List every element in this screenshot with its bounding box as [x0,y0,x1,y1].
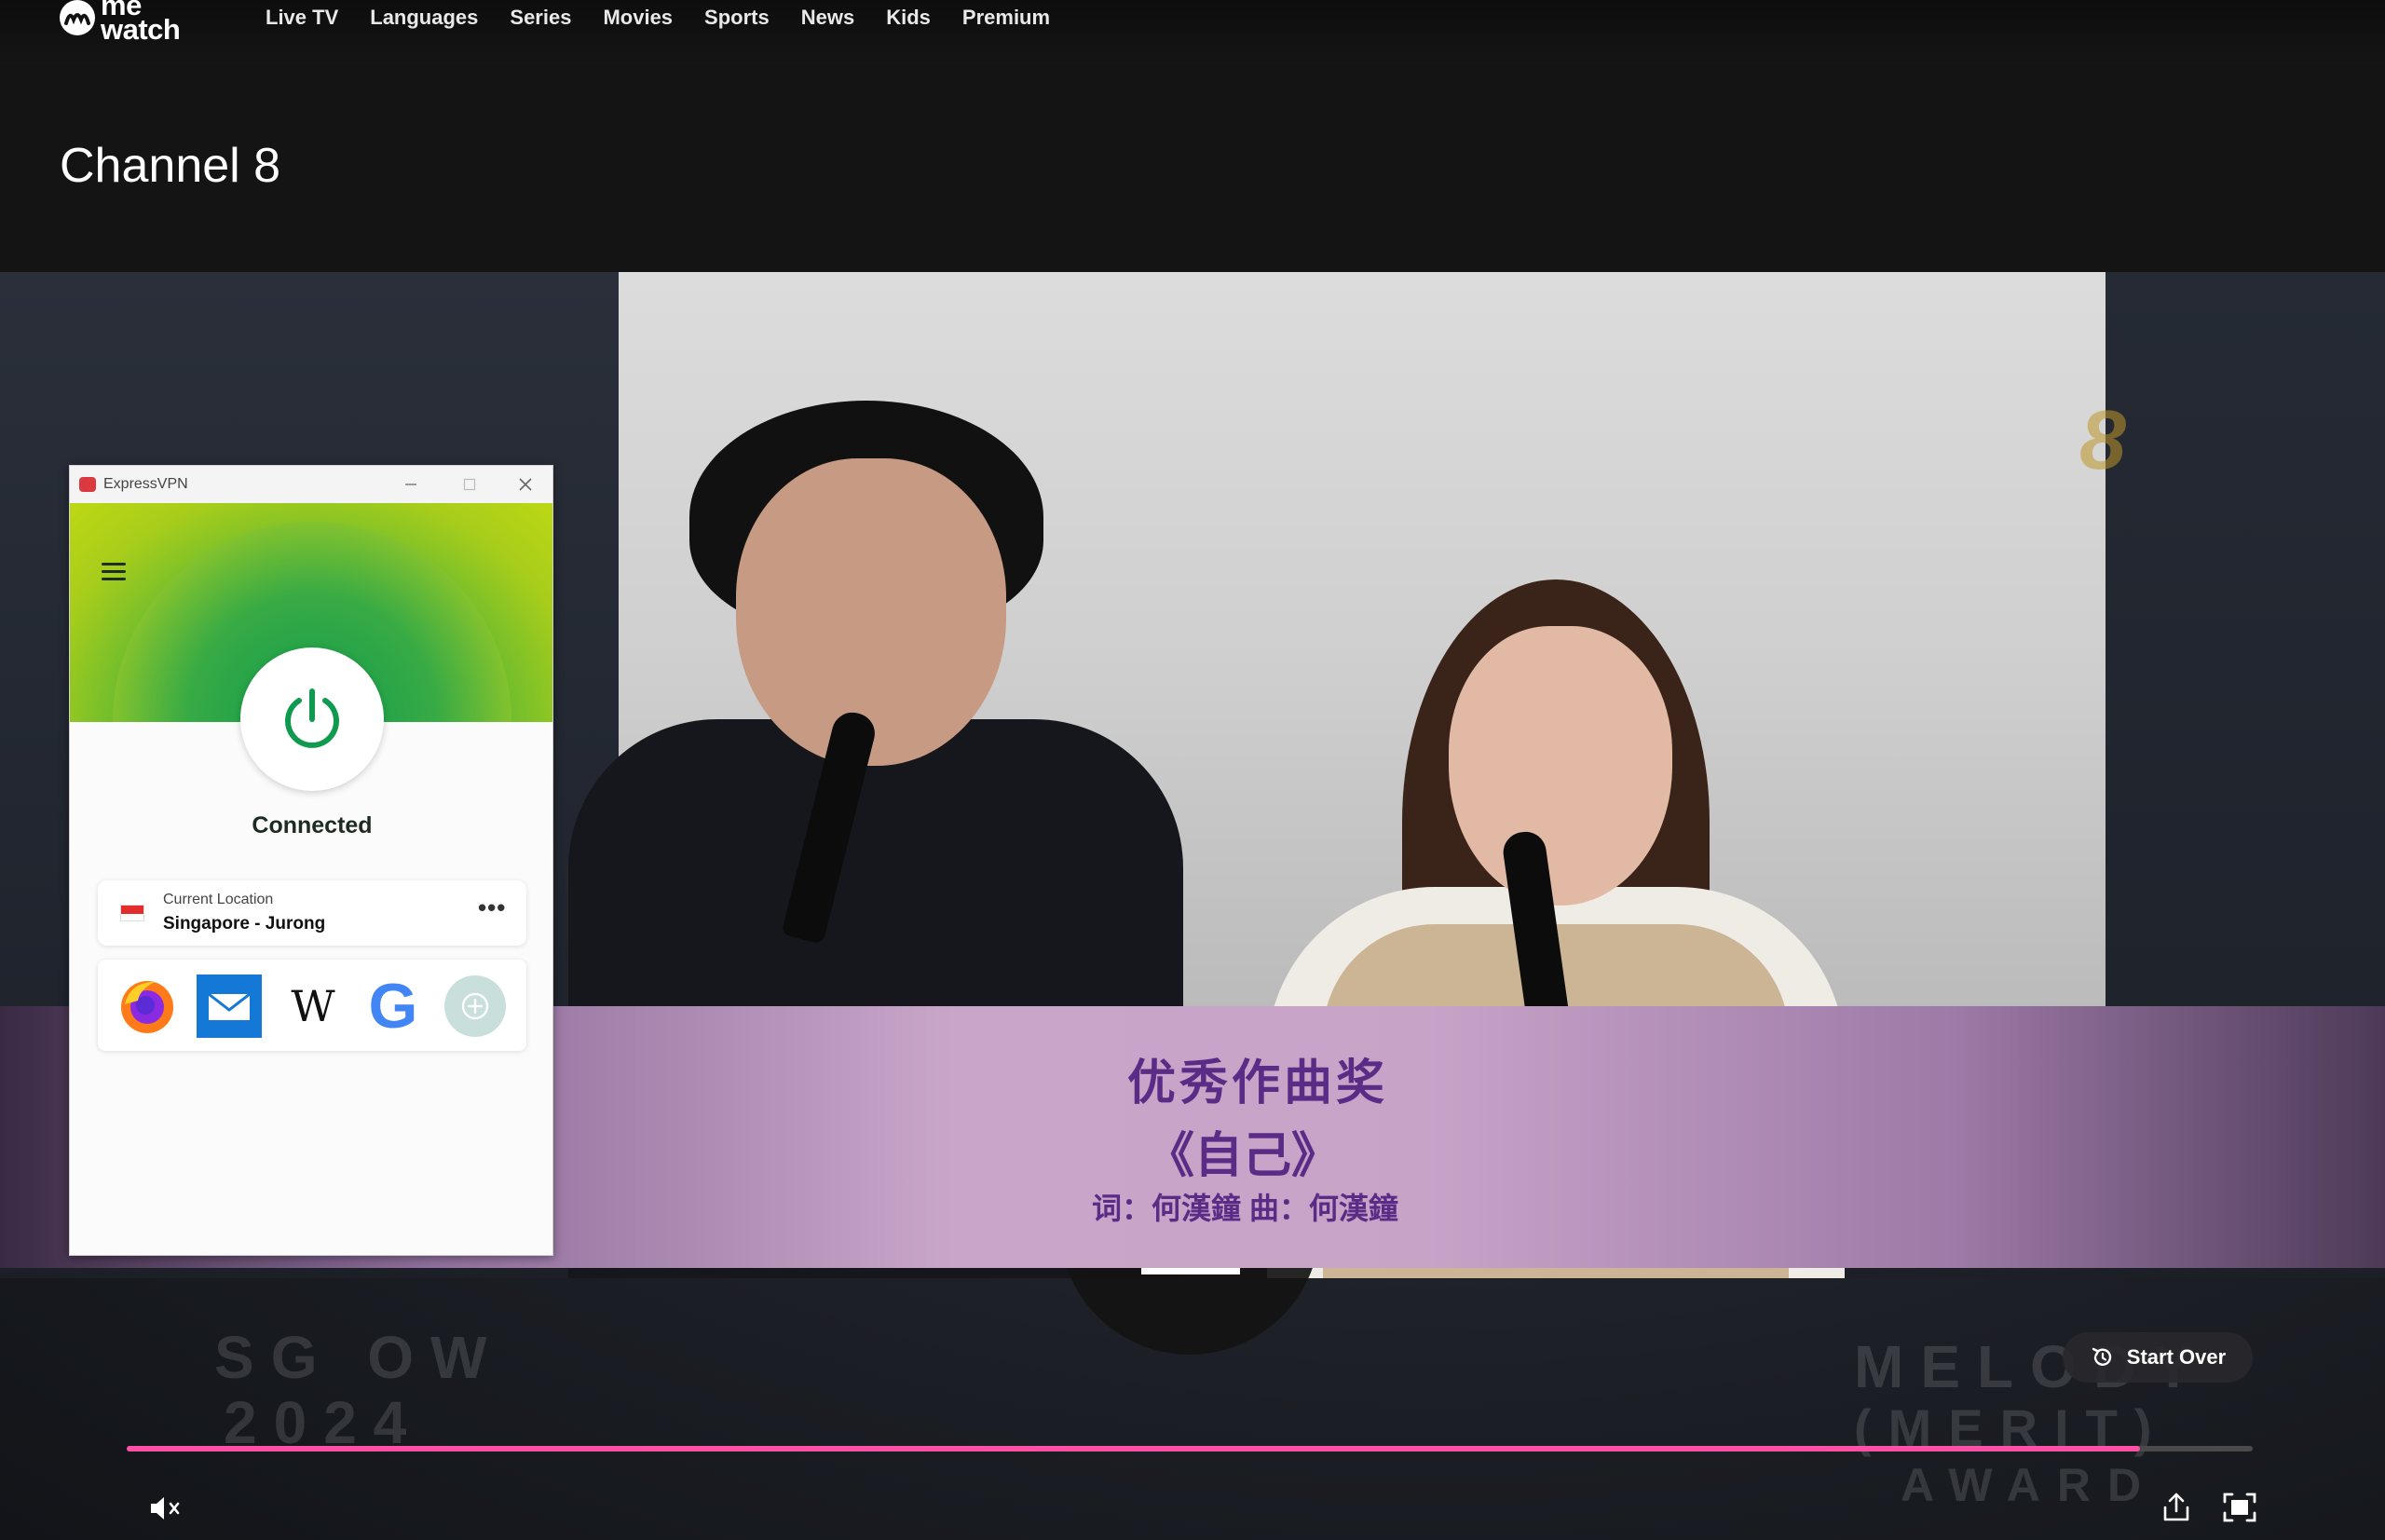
start-over-label: Start Over [2126,1345,2227,1369]
location-value: Singapore - Jurong [163,914,326,934]
maximize-button[interactable] [441,466,498,503]
wikipedia-icon[interactable]: W [280,975,346,1037]
hamburger-icon [102,563,126,566]
hamburger-icon-line [102,578,126,580]
location-label: Current Location [163,892,274,907]
expressvpn-window: ExpressVPN Connected Current Location Si… [69,465,553,1256]
caption-credit: 词：何漢鐘 曲：何漢鐘 [1092,1192,1398,1225]
hamburger-icon-line [102,570,126,573]
nav-live-tv[interactable]: Live TV [266,6,338,30]
shortcut-add[interactable] [443,975,508,1037]
nav-kids[interactable]: Kids [886,6,931,30]
top-bar: me watch Live TV Languages Series Movies… [0,0,2385,65]
share-icon [2163,1492,2189,1521]
firefox-icon [121,981,173,1033]
expressvpn-logo-icon [79,477,96,492]
progress-fill [127,1446,2141,1451]
nav-premium[interactable]: Premium [962,6,1050,30]
vpn-location-selector[interactable]: Current Location Singapore - Jurong ••• [98,880,526,946]
fullscreen-button[interactable] [2221,1491,2258,1529]
ghost-text-left: SG OW [214,1324,504,1391]
maximize-icon [463,478,476,491]
minimize-button[interactable] [382,466,440,503]
progress-bar[interactable] [127,1446,2253,1451]
nav-languages[interactable]: Languages [370,6,478,30]
singapore-flag-icon [120,905,144,921]
caption-song: 《自己》 [1146,1129,1341,1183]
minimize-icon [405,484,416,485]
logo-text: me watch [101,0,181,46]
vpn-window-title: ExpressVPN [103,476,188,492]
vpn-status-text: Connected [252,812,373,838]
nav-movies[interactable]: Movies [603,6,673,30]
page-title: Channel 8 [60,139,281,193]
close-button[interactable] [497,466,552,503]
mail-icon [197,974,262,1038]
vpn-power-button[interactable] [240,647,384,791]
mute-button[interactable] [147,1493,184,1528]
channel-8-watermark: 8 [2079,394,2127,487]
ghost-text-right-3: AWARD [1901,1459,2159,1511]
vpn-shortcuts-bar: W G [98,960,526,1051]
mewatch-logo[interactable]: me watch [60,0,181,46]
google-icon[interactable]: G [361,971,426,1042]
start-over-button[interactable]: Start Over [2063,1332,2253,1383]
fullscreen-icon [2223,1492,2256,1522]
close-icon [519,478,532,491]
vpn-menu-button[interactable] [102,563,126,585]
restart-icon [2092,1347,2111,1366]
main-nav: Live TV Languages Series Movies Sports N… [266,6,1050,30]
power-icon [285,688,339,748]
shortcut-mail[interactable] [197,974,262,1038]
presenter-right-face [1449,626,1672,906]
share-button[interactable] [2160,1491,2193,1529]
muted-speaker-icon [151,1497,180,1520]
shortcut-firefox[interactable] [115,975,180,1037]
nav-news[interactable]: News [801,6,854,30]
add-shortcut-icon [444,975,506,1037]
vpn-titlebar[interactable]: ExpressVPN [70,466,552,503]
location-more-button[interactable]: ••• [478,893,506,922]
nav-sports[interactable]: Sports [704,6,770,30]
nav-series[interactable]: Series [510,6,571,30]
presenter-left-face [736,458,1006,766]
mewatch-logo-icon [60,0,95,35]
caption-award: 优秀作曲奖 [1127,1056,1389,1111]
